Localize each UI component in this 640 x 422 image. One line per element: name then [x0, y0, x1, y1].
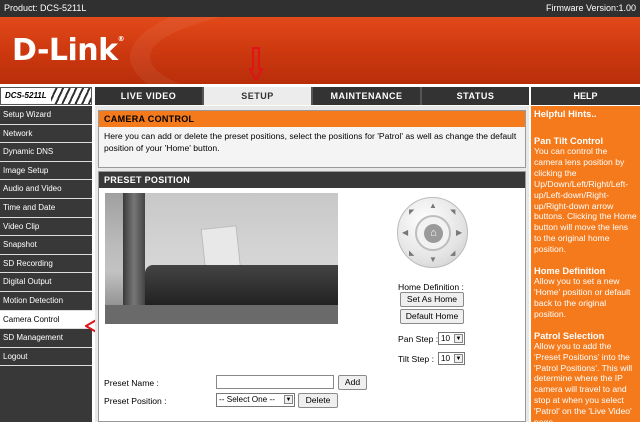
product-label: Product: DCS-5211L: [4, 3, 87, 13]
nav-row: DCS-5211L LIVE VIDEO SETUP MAINTENANCE S…: [0, 87, 640, 105]
video-floor: [105, 305, 338, 324]
chevron-down-icon: ▼: [454, 354, 463, 363]
brand-banner: D-Link®: [0, 17, 640, 84]
sidebar-item-time-date[interactable]: Time and Date: [0, 199, 92, 218]
preset-position-title: PRESET POSITION: [99, 172, 525, 188]
top-bar: Product: DCS-5211L Firmware Version:1.00: [0, 0, 640, 17]
arrow-down-icon[interactable]: ▼: [429, 256, 437, 264]
help-heading-patrol-selection: Patrol Selection: [534, 330, 605, 341]
tilt-step-value: 10: [441, 354, 451, 363]
tilt-step-select[interactable]: 10 ▼: [438, 352, 465, 365]
banner-swoosh: [130, 17, 640, 84]
chevron-down-icon: ▼: [454, 334, 463, 343]
arrow-down-left-icon[interactable]: ◣: [409, 250, 414, 258]
sidebar-item-logout[interactable]: Logout: [0, 348, 92, 367]
sidebar-item-audio-video[interactable]: Audio and Video: [0, 180, 92, 199]
sidebar-item-snapshot[interactable]: Snapshot: [0, 236, 92, 255]
tilt-step-label: Tilt Step :: [398, 354, 434, 364]
preset-name-label: Preset Name :: [104, 378, 159, 388]
arrow-left-icon[interactable]: ◀: [402, 229, 408, 237]
model-tab: DCS-5211L: [0, 87, 92, 105]
pan-step-value: 10: [441, 334, 451, 343]
sidebar-item-digital-output[interactable]: Digital Output: [0, 273, 92, 292]
home-icon[interactable]: ⌂: [424, 224, 443, 243]
add-button[interactable]: Add: [338, 375, 367, 390]
help-heading-pan-tilt: Pan Tilt Control: [534, 136, 604, 146]
video-wall: [145, 193, 338, 273]
sidebar-item-dynamic-dns[interactable]: Dynamic DNS: [0, 143, 92, 162]
help-text-pan-tilt: You can control the camera lens position…: [534, 146, 637, 255]
camera-control-description: Here you can add or delete the preset po…: [99, 127, 525, 167]
help-title: Helpful Hints..: [534, 109, 597, 119]
sidebar-item-setup-wizard[interactable]: Setup Wizard: [0, 106, 92, 125]
dlink-logo: D-Link®: [12, 33, 125, 68]
arrow-down-right-icon[interactable]: ◢: [450, 250, 455, 258]
sidebar-item-network[interactable]: Network: [0, 125, 92, 144]
arrow-up-right-icon[interactable]: ◥: [450, 209, 455, 217]
tab-setup[interactable]: SETUP: [204, 87, 313, 105]
arrow-right-icon[interactable]: ▶: [456, 229, 462, 237]
help-text-home-definition: Allow you to set a new 'Home' position o…: [534, 276, 631, 319]
model-label: DCS-5211L: [5, 91, 47, 100]
help-text-patrol-selection: Allow you to add the 'Preset Positions' …: [534, 340, 633, 422]
tab-live-video[interactable]: LIVE VIDEO: [95, 87, 204, 105]
help-panel: Helpful Hints.. Pan Tilt Control You can…: [531, 106, 640, 422]
sidebar-item-sd-recording[interactable]: SD Recording: [0, 255, 92, 274]
preset-name-input[interactable]: [216, 375, 334, 389]
tab-help[interactable]: HELP: [531, 87, 640, 105]
tab-status[interactable]: STATUS: [422, 87, 529, 105]
default-home-button[interactable]: Default Home: [400, 309, 464, 324]
pan-step-select[interactable]: 10 ▼: [438, 332, 465, 345]
chevron-down-icon: ▼: [284, 395, 293, 404]
firmware-version: Firmware Version:1.00: [545, 3, 636, 13]
sidebar-item-video-clip[interactable]: Video Clip: [0, 218, 92, 237]
sidebar-item-sd-management[interactable]: SD Management: [0, 329, 92, 348]
arrow-up-left-icon[interactable]: ◤: [409, 209, 414, 217]
preset-position-select[interactable]: -- Select One -- ▼: [216, 393, 295, 407]
camera-control-title: CAMERA CONTROL: [99, 111, 525, 127]
preset-position-label: Preset Position :: [104, 396, 167, 406]
sidebar-item-motion-detection[interactable]: Motion Detection: [0, 292, 92, 311]
live-video-preview[interactable]: [105, 193, 338, 324]
preset-position-value: -- Select One --: [219, 395, 275, 404]
camera-control-panel: CAMERA CONTROL Here you can add or delet…: [98, 110, 526, 168]
sidebar-item-image-setup[interactable]: Image Setup: [0, 162, 92, 181]
delete-button[interactable]: Delete: [298, 393, 338, 408]
model-stripes: [51, 88, 91, 104]
home-definition-label: Home Definition :: [398, 282, 464, 292]
sidebar-item-camera-control[interactable]: Camera Control: [0, 310, 92, 330]
annotation-arrow-down-icon: [249, 47, 263, 81]
sidebar: Setup Wizard Network Dynamic DNS Image S…: [0, 106, 92, 422]
set-as-home-button[interactable]: Set As Home: [400, 292, 464, 307]
arrow-up-icon[interactable]: ▲: [429, 202, 437, 210]
main-tabs: LIVE VIDEO SETUP MAINTENANCE STATUS: [95, 87, 529, 105]
help-heading-home-definition: Home Definition: [534, 266, 606, 277]
pan-tilt-pad[interactable]: ▲ ▼ ◀ ▶ ◤ ◥ ◣ ◢ ⌂: [397, 197, 468, 268]
tab-maintenance[interactable]: MAINTENANCE: [313, 87, 422, 105]
video-desk: [145, 265, 338, 305]
pan-step-label: Pan Step :: [398, 334, 439, 344]
